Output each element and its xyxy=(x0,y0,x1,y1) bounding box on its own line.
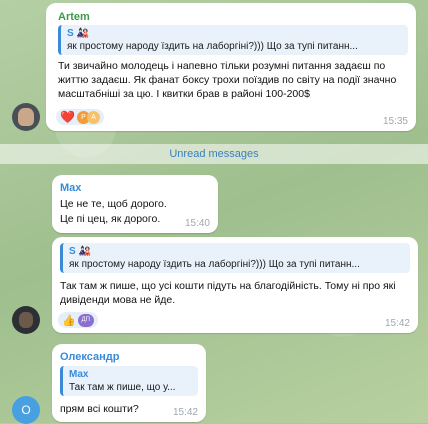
reaction-bar[interactable]: ❤️ P A xyxy=(56,109,104,125)
message-line: Це не те, щоб дорого. xyxy=(60,198,167,210)
message-text: Ти звичайно молодець і напевно тільки ро… xyxy=(58,60,397,100)
message-text: Так там ж пише, що усі кошти підуть на б… xyxy=(60,280,396,306)
avatar-photo-icon xyxy=(18,108,34,126)
reply-text: як простому народу їздить на лаборгіні?)… xyxy=(69,259,360,270)
reply-quote[interactable]: S 🎎 як простому народу їздить на лаборгі… xyxy=(58,25,408,55)
reply-text: як простому народу їздить на лаборгіні?)… xyxy=(67,41,358,52)
avatar-oleksandr[interactable]: О xyxy=(12,396,40,424)
message-line: Це пі цец, як дорого. xyxy=(60,213,161,225)
message-time: 15:42 xyxy=(172,407,198,418)
avatar-letter: О xyxy=(21,403,31,417)
reaction-bar[interactable]: 👍 ДП xyxy=(58,312,98,328)
sender-name[interactable]: Олександр xyxy=(60,351,119,363)
unread-divider: Unread messages xyxy=(0,144,428,164)
reactor-badge: ДП xyxy=(77,313,94,327)
reply-sender: S 🎎 xyxy=(69,246,91,257)
sender-name[interactable]: Artem xyxy=(58,11,90,23)
reply-quote[interactable]: S 🎎 як простому народу їздить на лаборгі… xyxy=(60,243,410,273)
heart-reaction-icon[interactable]: ❤️ xyxy=(60,110,75,124)
reply-text: Так там ж пише, що у... xyxy=(69,382,176,393)
reply-sender: Max xyxy=(69,369,89,380)
reply-sender: S 🎎 xyxy=(67,28,89,39)
message-time: 15:42 xyxy=(384,318,410,329)
reply-quote[interactable]: Max Так там ж пише, що у... xyxy=(60,366,198,396)
sender-name[interactable]: Max xyxy=(60,182,81,194)
message-reply-s[interactable]: S 🎎 як простому народу їздить на лаборгі… xyxy=(52,237,418,333)
avatar-user[interactable] xyxy=(12,306,40,334)
message-time: 15:40 xyxy=(184,218,210,229)
avatar-icon: A xyxy=(86,110,100,124)
avatar-artem[interactable] xyxy=(12,103,40,131)
thumbs-up-reaction-icon[interactable]: 👍 xyxy=(62,314,76,327)
avatar-photo-icon xyxy=(19,312,33,328)
message-artem[interactable]: Artem S 🎎 як простому народу їздить на л… xyxy=(46,3,416,131)
message-time: 15:35 xyxy=(382,116,408,127)
message-max[interactable]: Max Це не те, щоб дорого. Це пі цец, як … xyxy=(52,175,218,233)
message-oleksandr[interactable]: Олександр Max Так там ж пише, що у... пр… xyxy=(52,344,206,422)
message-text: прям всі кошти? xyxy=(60,403,139,415)
